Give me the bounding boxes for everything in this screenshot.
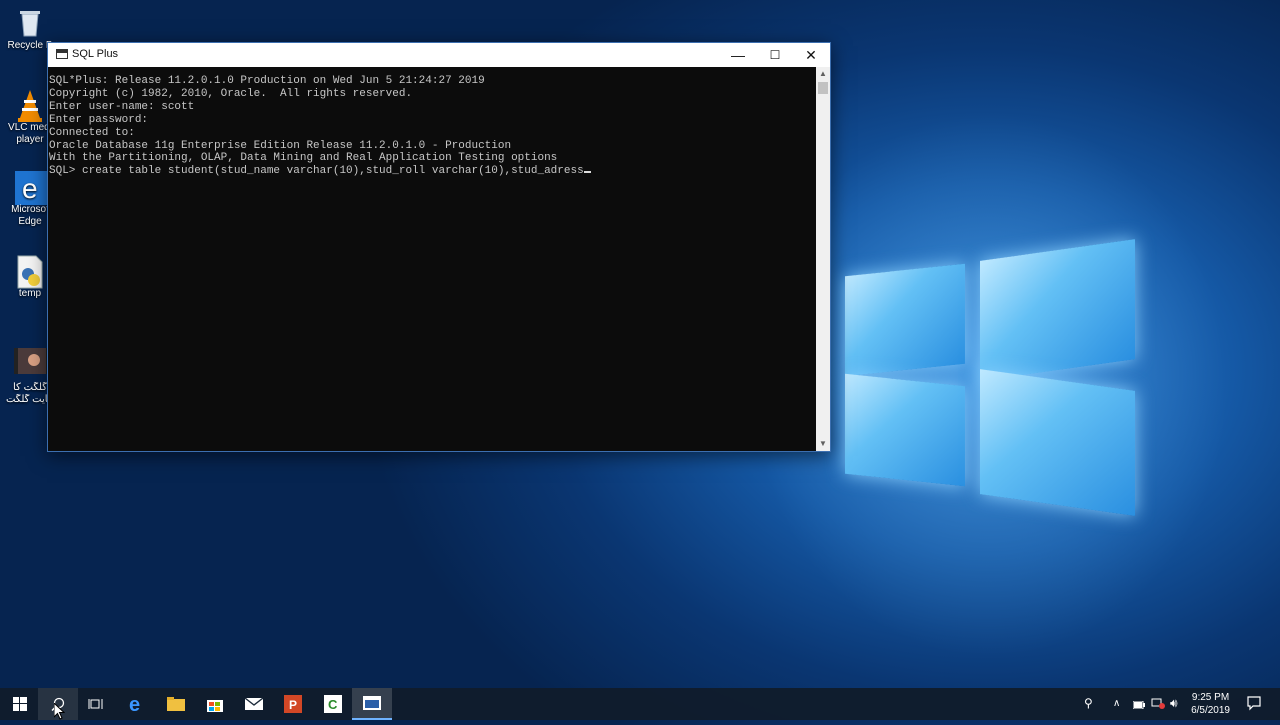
powerpoint-button[interactable]: P [273, 688, 313, 720]
camtasia-icon: C [324, 695, 342, 713]
text-cursor [583, 171, 591, 174]
svg-text:e: e [129, 695, 140, 713]
console-line: Enter password: [49, 113, 149, 126]
windows-logo-wallpaper [710, 65, 1270, 705]
vertical-scrollbar[interactable]: ▲ ▼ [816, 67, 830, 451]
console-line: Connected to: [49, 126, 135, 139]
scroll-up-arrow-icon[interactable]: ▲ [816, 67, 830, 81]
mail-icon [245, 697, 263, 710]
close-button[interactable]: ✕ [793, 43, 829, 67]
clock-time: 9:25 PM [1191, 692, 1230, 703]
edge-icon: e [129, 695, 140, 713]
action-center-icon[interactable] [1246, 695, 1262, 714]
console-app-icon [56, 49, 68, 59]
volume-icon[interactable]: 🔊︎ [1170, 696, 1178, 711]
console-line: Copyright (c) 1982, 2010, Oracle. All ri… [49, 87, 413, 100]
folder-icon [167, 697, 185, 711]
console-line: Enter user-name: scott [49, 100, 195, 113]
mouse-pointer-icon [53, 701, 66, 725]
svg-text:e: e [22, 173, 38, 204]
svg-text:P: P [289, 698, 297, 712]
recycle-bin-icon [14, 6, 46, 38]
edge-icon: e [14, 170, 47, 205]
show-hidden-icons-chevron-icon[interactable]: ∧ [1113, 698, 1120, 709]
window-titlebar[interactable]: SQL Plus — ☐ ✕ [48, 43, 830, 67]
edge-taskbar-button[interactable]: e [117, 688, 157, 720]
network-icon[interactable] [1151, 697, 1165, 712]
store-bag-icon [207, 700, 223, 712]
scroll-thumb[interactable] [818, 82, 828, 94]
console-line: SQL*Plus: Release 11.2.0.1.0 Production … [49, 75, 485, 87]
minimize-button[interactable]: — [720, 43, 756, 67]
battery-icon[interactable] [1132, 698, 1145, 712]
taskbar-clock[interactable]: 9:25 PM 6/5/2019 [1191, 691, 1230, 717]
store-button[interactable] [195, 688, 235, 720]
taskbar: e P C ⚲ ∧ 🔊︎ 9:25 PM 6/5/2019 [0, 688, 1280, 720]
clock-date: 6/5/2019 [1191, 705, 1230, 716]
start-button[interactable] [0, 688, 40, 720]
scroll-down-arrow-icon[interactable]: ▼ [816, 437, 830, 451]
console-output[interactable]: SQL*Plus: Release 11.2.0.1.0 Production … [48, 67, 816, 451]
people-icon[interactable]: ⚲ [1084, 696, 1093, 710]
window-title: SQL Plus [72, 48, 119, 60]
svg-text:C: C [328, 697, 338, 712]
console-line: Oracle Database 11g Enterprise Edition R… [49, 139, 512, 152]
console-window-icon [363, 696, 381, 710]
vlc-cone-icon [14, 88, 46, 122]
maximize-button[interactable]: ☐ [757, 43, 793, 67]
mail-button[interactable] [234, 688, 274, 720]
camtasia-button[interactable]: C [313, 688, 353, 720]
task-view-button[interactable] [76, 688, 116, 720]
console-line: With the Partitioning, OLAP, Data Mining… [49, 152, 558, 165]
sqlplus-taskbar-button[interactable] [352, 688, 392, 720]
sqlplus-window: SQL Plus — ☐ ✕ SQL*Plus: Release 11.2.0.… [47, 42, 831, 452]
video-thumbnail-icon [14, 348, 50, 380]
sql-prompt-input-line[interactable]: SQL> create table student(stud_name varc… [49, 165, 584, 177]
python-file-icon [14, 254, 46, 289]
windows-start-icon [13, 697, 27, 711]
task-view-icon [88, 699, 103, 709]
powerpoint-icon: P [284, 695, 302, 713]
file-explorer-button[interactable] [156, 688, 196, 720]
